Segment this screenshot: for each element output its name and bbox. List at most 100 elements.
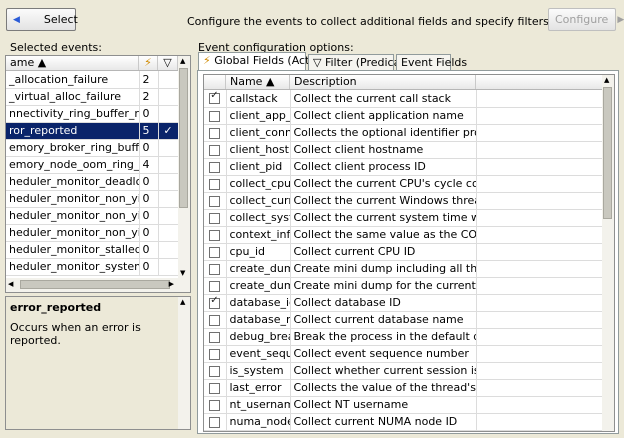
global-field-row[interactable]: create_dump...Create mini dump for the c… (204, 277, 603, 295)
events-hscroll-thumb[interactable] (20, 280, 170, 289)
global-field-row[interactable]: create_dump...Create mini dump including… (204, 260, 603, 278)
field-checkbox-cell (204, 396, 227, 414)
field-checkbox[interactable] (209, 399, 221, 411)
global-field-row[interactable]: client_conne...Collects the optional ide… (204, 124, 603, 142)
field-checkbox[interactable] (209, 144, 221, 156)
field-name: client_app_n... (226, 107, 291, 125)
tab-global-fields[interactable]: ⚡ Global Fields (Actions) (198, 52, 336, 70)
global-field-row[interactable]: client_hostn...Collect client hostname (204, 141, 603, 159)
field-checkbox[interactable] (209, 365, 221, 377)
field-checkbox[interactable] (209, 382, 221, 394)
event-row[interactable]: heduler_monitor_non_yielding_...0 (6, 224, 179, 242)
event-name: heduler_monitor_non_yielding_... (6, 224, 140, 242)
field-name: client_conne... (226, 124, 291, 142)
event-row[interactable]: emory_node_oom_ring_buffer_...4 (6, 156, 179, 174)
filter-column-header[interactable]: ▽ (158, 56, 178, 70)
global-field-row[interactable]: context_infoCollect the same value as th… (204, 226, 603, 244)
desc-scroll-up-icon[interactable]: ▲ (180, 298, 185, 306)
global-field-row[interactable]: cpu_id Collect current CPU ID (204, 243, 603, 261)
event-row[interactable]: heduler_monitor_system_healt...0 (6, 258, 179, 276)
field-checkbox-cell (204, 124, 227, 142)
scroll-up-arrow-icon[interactable]: ▲ (180, 57, 185, 65)
field-description: Collect client hostname (290, 141, 477, 159)
global-field-row[interactable]: client_pid Collect client process ID (204, 158, 603, 176)
field-checkbox[interactable] (209, 161, 221, 173)
field-checkbox[interactable] (209, 416, 221, 428)
field-checkbox[interactable] (209, 295, 221, 309)
global-field-row[interactable]: numa_node_idCollect current NUMA node ID (204, 413, 603, 431)
global-field-row[interactable]: last_error Collects the value of the thre… (204, 379, 603, 397)
event-row[interactable]: heduler_monitor_stalled_dispat...0 (6, 241, 179, 259)
global-field-row[interactable]: callstackCollect the current call stack (204, 90, 603, 108)
global-fields-header: Name ▲ Description (204, 75, 602, 90)
field-checkbox[interactable] (209, 246, 221, 258)
field-extra-cell (476, 90, 603, 108)
event-row[interactable]: emory_broker_ring_buffer_rec...0 (6, 139, 179, 157)
field-checkbox[interactable] (209, 195, 221, 207)
global-field-row[interactable]: database_idCollect database ID (204, 294, 603, 312)
filter-cell (158, 190, 179, 208)
global-field-row[interactable]: nt_usernameCollect NT username (204, 396, 603, 414)
count-column-header[interactable]: ⚡ (139, 56, 158, 70)
event-row[interactable]: ror_reported 5 ✓ (6, 122, 179, 140)
selected-events-list[interactable]: ame ▲ ⚡ ▽ _allocation_failure 2 _virtual_a… (5, 55, 191, 293)
field-checkbox-cell (204, 90, 227, 108)
name-column-header[interactable]: Name ▲ (226, 75, 290, 89)
global-fields-grid[interactable]: Name ▲ Description callstackCollect the … (203, 74, 615, 432)
event-name: emory_broker_ring_buffer_rec... (6, 139, 140, 157)
field-checkbox[interactable] (209, 331, 221, 343)
global-field-row[interactable]: debug_breakBreak the process in the defa… (204, 328, 603, 346)
event-row[interactable]: nnectivity_ring_buffer_recorded0 (6, 105, 179, 123)
scroll-left-arrow-icon[interactable]: ◀ (8, 280, 13, 288)
global-field-row[interactable]: client_app_n...Collect client applicatio… (204, 107, 603, 125)
tab-filter-predicate[interactable]: ▽ Filter (Predicate) (308, 54, 416, 70)
scroll-right-arrow-icon[interactable]: ▶ (169, 280, 174, 288)
field-description: Collect current database name (290, 311, 477, 329)
field-name: collect_syste... (226, 209, 291, 227)
events-horizontal-scrollbar[interactable]: ◀ ▶ (6, 278, 190, 292)
field-description: Collect the current Windows thread ID (290, 192, 477, 210)
global-field-row[interactable]: database_na...Collect current database n… (204, 311, 603, 329)
select-button[interactable]: ◀ Select (6, 8, 78, 31)
global-fields-scrollbar[interactable]: ▲ (602, 75, 614, 431)
column-name-header[interactable]: ame ▲ (6, 56, 139, 70)
event-row[interactable]: heduler_monitor_non_yielding_...0 (6, 207, 179, 225)
field-checkbox[interactable] (209, 90, 221, 105)
field-checkbox[interactable] (209, 127, 221, 139)
field-checkbox[interactable] (209, 348, 221, 360)
field-checkbox[interactable] (209, 314, 221, 326)
event-row[interactable]: heduler_monitor_non_yielding_...0 (6, 190, 179, 208)
field-checkbox[interactable] (209, 178, 221, 190)
field-checkbox[interactable] (209, 263, 221, 275)
global-field-row[interactable]: collect_cpu_...Collect the current CPU's… (204, 175, 603, 193)
gf-scroll-up-icon[interactable]: ▲ (604, 76, 609, 84)
selected-events-table: _allocation_failure 2 _virtual_alloc_failu… (6, 71, 179, 276)
global-field-row[interactable]: collect_syste...Collect the current syst… (204, 209, 603, 227)
event-name: heduler_monitor_system_healt... (6, 258, 140, 276)
description-column-header[interactable]: Description (290, 75, 476, 89)
events-scroll-thumb[interactable] (179, 68, 188, 208)
global-field-row[interactable]: collect_curre...Collect the current Wind… (204, 192, 603, 210)
field-checkbox[interactable] (209, 229, 221, 241)
scroll-down-arrow-icon[interactable]: ▼ (180, 269, 185, 277)
tab-event-fields[interactable]: Event Fields (396, 54, 467, 70)
configure-button[interactable]: Configure ▶ (548, 8, 624, 31)
filter-icon: ▽ (313, 56, 322, 69)
event-row[interactable]: _virtual_alloc_failure 2 (6, 88, 179, 106)
global-field-row[interactable]: is_system Collect whether current session… (204, 362, 603, 380)
event-action-count: 0 (139, 190, 159, 208)
global-field-row[interactable]: event_seque...Collect event sequence num… (204, 345, 603, 363)
event-row[interactable]: _allocation_failure 2 (6, 71, 179, 89)
field-checkbox-cell (204, 345, 227, 363)
description-scrollbar[interactable]: ▲ (178, 297, 190, 429)
filter-cell (158, 105, 179, 123)
field-checkbox-cell (204, 243, 227, 261)
gf-scroll-thumb[interactable] (603, 87, 612, 219)
field-checkbox[interactable] (209, 212, 221, 224)
event-row[interactable]: heduler_monitor_deadlock_ring...0 (6, 173, 179, 191)
field-checkbox[interactable] (209, 280, 221, 292)
events-vertical-scrollbar[interactable]: ▲ ▼ (178, 56, 190, 278)
field-description: Collect database ID (290, 294, 477, 312)
event-description-pane: error_reported Occurs when an error is r… (5, 296, 191, 430)
field-checkbox[interactable] (209, 110, 221, 122)
